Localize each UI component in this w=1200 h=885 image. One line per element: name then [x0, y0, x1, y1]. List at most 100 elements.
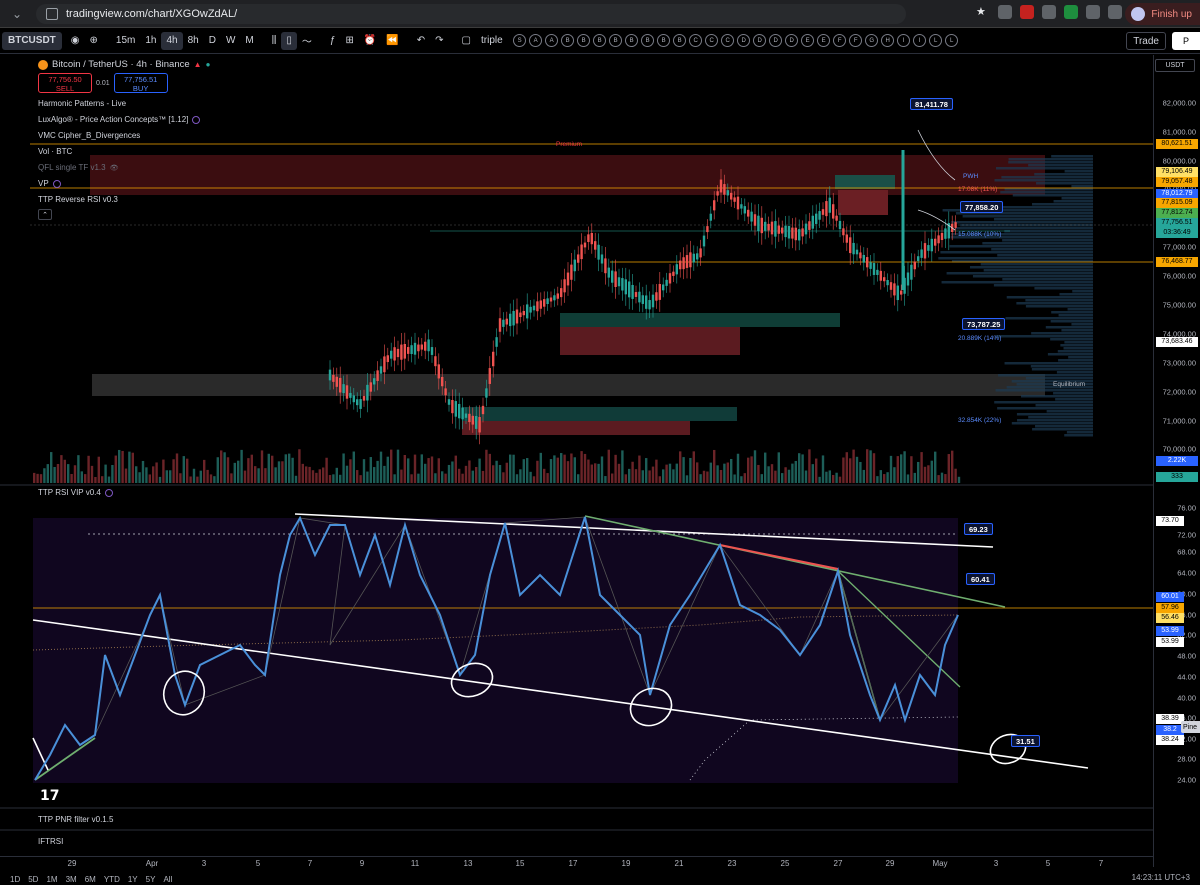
candle-body: [821, 209, 825, 215]
zoom-icon[interactable]: [998, 5, 1012, 19]
price-tick-label: 71,000.00: [1162, 416, 1196, 426]
site-info-icon[interactable]: [46, 8, 58, 20]
add-symbol-icon[interactable]: ⊕: [85, 32, 103, 50]
vp-label-3: 20.889K (14%): [958, 335, 1002, 342]
indicators-icon[interactable]: ƒ: [325, 32, 341, 50]
pattern-tool-b[interactable]: B: [657, 34, 671, 47]
pattern-tool-c[interactable]: C: [689, 34, 703, 47]
volume-bar: [607, 449, 610, 483]
eye-hidden-icon[interactable]: 👁: [110, 164, 119, 172]
pattern-tool-b[interactable]: B: [625, 34, 639, 47]
layout-icon[interactable]: ▢: [457, 32, 476, 50]
indicator-item[interactable]: VP: [38, 178, 210, 189]
chevron-down-icon[interactable]: ⌄: [8, 5, 26, 23]
pattern-tool-b[interactable]: B: [593, 34, 607, 47]
star-icon[interactable]: ★: [976, 5, 990, 19]
alert-icon[interactable]: ⏰: [359, 32, 381, 50]
range-5d[interactable]: 5D: [28, 875, 38, 884]
pattern-tool-a[interactable]: A: [529, 34, 543, 47]
range-1y[interactable]: 1Y: [128, 875, 138, 884]
pattern-tool-c[interactable]: C: [721, 34, 735, 47]
range-5y[interactable]: 5Y: [146, 875, 156, 884]
extension-icon[interactable]: [1086, 5, 1100, 19]
pine-editor-tab[interactable]: Pine: [1181, 721, 1200, 733]
interval-4h[interactable]: 4h: [161, 31, 183, 50]
price-axis[interactable]: 82,000.0081,000.0080,000.0079,000.0078,0…: [1153, 55, 1200, 867]
pattern-tool-f[interactable]: F: [849, 34, 863, 47]
pattern-tool-c[interactable]: C: [705, 34, 719, 47]
pattern-tool-d[interactable]: D: [753, 34, 767, 47]
buy-button[interactable]: 77,756.51 BUY: [113, 73, 168, 93]
indicator-settings-icon[interactable]: [52, 179, 61, 188]
address-bar[interactable]: tradingview.com/chart/XGOwZdAL/: [36, 4, 906, 24]
volume-profile-row: [954, 227, 1093, 230]
extension-red-icon[interactable]: [1020, 5, 1034, 19]
compare-icon[interactable]: ◉: [66, 32, 85, 50]
interval-8h[interactable]: 8h: [183, 32, 204, 50]
pattern-tool-b[interactable]: B: [641, 34, 655, 47]
candle-type-icon[interactable]: ⫼: [267, 32, 282, 50]
undo-icon[interactable]: ↶: [412, 32, 430, 50]
range-6m[interactable]: 6M: [85, 875, 96, 884]
candle-body: [522, 310, 525, 316]
pattern-tool-d[interactable]: D: [769, 34, 783, 47]
currency-selector[interactable]: USDT: [1155, 59, 1195, 72]
indicator-settings-icon[interactable]: [104, 488, 113, 497]
bar-chart-icon[interactable]: ▯: [281, 31, 297, 50]
pattern-tool-i[interactable]: I: [897, 34, 911, 47]
price-tick-label: 77,000.00: [1162, 242, 1196, 252]
indicator-item[interactable]: Vol · BTC: [38, 146, 210, 157]
interval-15m[interactable]: 15m: [111, 32, 140, 50]
range-all[interactable]: All: [163, 875, 172, 884]
finish-update-button[interactable]: Finish up: [1125, 3, 1200, 25]
range-1m[interactable]: 1M: [46, 875, 57, 884]
redo-icon[interactable]: ↷: [430, 32, 448, 50]
templates-icon[interactable]: ⊞: [340, 32, 358, 50]
pattern-tool-g[interactable]: G: [865, 34, 879, 47]
indicator-item[interactable]: QFL single TF v1.3 👁: [38, 162, 210, 173]
indicator-item[interactable]: LuxAlgo® - Price Action Concepts™ [1.12]: [38, 114, 210, 125]
pattern-tool-e[interactable]: E: [801, 34, 815, 47]
extension-green-icon[interactable]: [1064, 5, 1078, 19]
pattern-tool-b[interactable]: B: [561, 34, 575, 47]
range-3m[interactable]: 3M: [66, 875, 77, 884]
pattern-tool-s[interactable]: S: [513, 34, 527, 47]
pattern-tool-d[interactable]: D: [737, 34, 751, 47]
pattern-tool-f[interactable]: F: [833, 34, 847, 47]
pattern-tool-e[interactable]: E: [817, 34, 831, 47]
symbol-search-button[interactable]: BTCUSDT: [2, 31, 62, 50]
collapse-legend-icon[interactable]: ⌃: [38, 209, 52, 220]
range-ytd[interactable]: YTD: [104, 875, 120, 884]
interval-W[interactable]: W: [221, 32, 240, 50]
pattern-tool-b[interactable]: B: [577, 34, 591, 47]
indicator-item[interactable]: VMC Cipher_B_Divergences: [38, 130, 210, 141]
candle-body: [634, 292, 638, 297]
pattern-tool-b[interactable]: B: [673, 34, 687, 47]
clock[interactable]: 14:23:11 UTC+3: [1132, 873, 1190, 882]
interval-1h[interactable]: 1h: [140, 32, 161, 50]
indicator-settings-icon[interactable]: [192, 115, 201, 124]
time-axis[interactable]: 29 Apr 3 5 7 9 11 13 15 17 19 21 23 25 27 29 May 3 5 7: [0, 856, 1153, 870]
range-1d[interactable]: 1D: [10, 875, 20, 884]
pattern-tool-b[interactable]: B: [609, 34, 623, 47]
layout-name[interactable]: triple: [476, 32, 508, 50]
replay-icon[interactable]: ⏪: [381, 32, 403, 50]
pattern-tool-h[interactable]: H: [881, 34, 895, 47]
indicator-item[interactable]: Harmonic Patterns - Live: [38, 98, 210, 109]
sell-button[interactable]: 77,756.50 SELL: [38, 73, 92, 93]
pattern-tool-i[interactable]: I: [913, 34, 927, 47]
flag-icon[interactable]: ▲: [194, 60, 202, 69]
interval-D[interactable]: D: [204, 32, 221, 50]
trade-button[interactable]: Trade: [1126, 32, 1166, 50]
pattern-tool-d[interactable]: D: [785, 34, 799, 47]
interval-M[interactable]: M: [240, 32, 258, 50]
pattern-tool-l[interactable]: L: [929, 34, 943, 47]
pattern-tool-l[interactable]: L: [945, 34, 959, 47]
extension-icon[interactable]: [1108, 5, 1122, 19]
publish-button[interactable]: P: [1172, 32, 1200, 50]
indicator-item[interactable]: TTP Reverse RSI v0.3: [38, 194, 210, 205]
chart-area[interactable]: 17 Bitcoin / TetherUS · 4h · Binance ▲ ●…: [0, 55, 1200, 885]
line-tool-icon[interactable]: 〜: [297, 32, 317, 50]
extension-icon[interactable]: [1042, 5, 1056, 19]
pattern-tool-a[interactable]: A: [545, 34, 559, 47]
